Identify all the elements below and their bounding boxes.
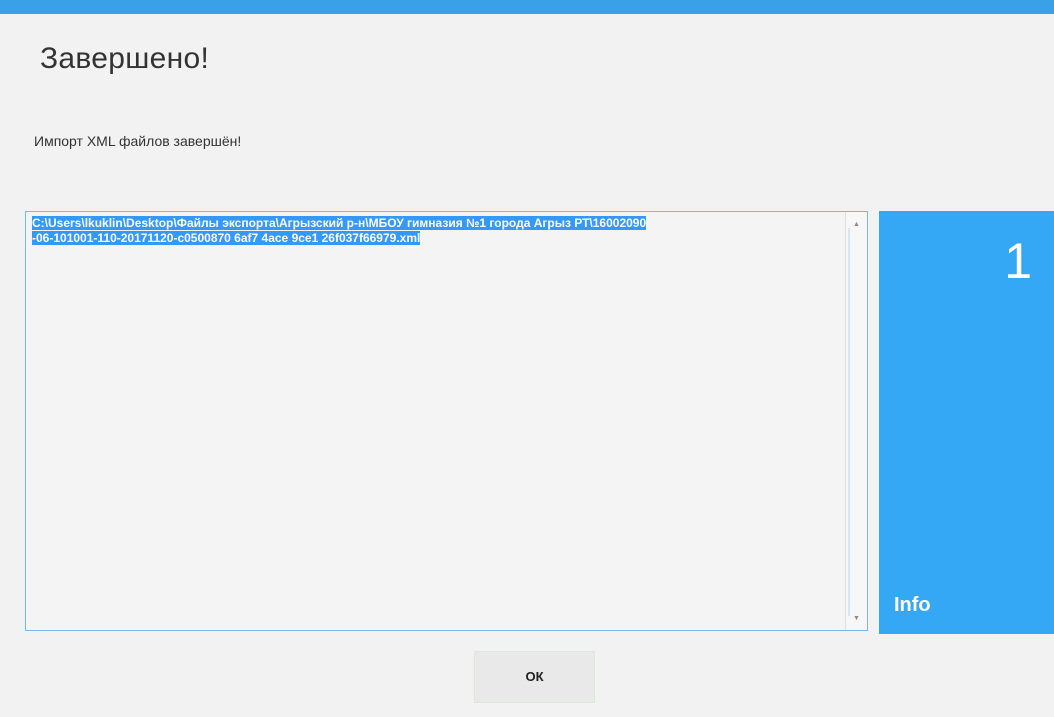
info-label: Info — [894, 594, 931, 616]
ok-button[interactable]: ОК — [474, 651, 595, 703]
log-text[interactable]: C:\Users\lkuklin\Desktop\Файлы экспорта\… — [32, 216, 844, 246]
log-textarea[interactable]: C:\Users\lkuklin\Desktop\Файлы экспорта\… — [25, 211, 868, 631]
accent-top-bar — [0, 0, 1054, 14]
scrollbar-track — [848, 228, 850, 616]
info-count: 1 — [1004, 233, 1032, 289]
log-line: -06-101001-110-20171120-c0500870 6af7 4a… — [32, 231, 421, 245]
info-tile[interactable]: 1 Info — [879, 211, 1054, 634]
import-complete-dialog: Завершено! Импорт XML файлов завершён! C… — [0, 0, 1054, 717]
triangle-down-icon[interactable]: ▼ — [846, 612, 867, 626]
dialog-title: Завершено! — [40, 42, 210, 75]
triangle-up-icon[interactable]: ▲ — [846, 218, 867, 232]
vertical-scrollbar[interactable]: ▲ ▼ — [845, 212, 867, 630]
status-message: Импорт XML файлов завершён! — [34, 133, 242, 149]
log-line: C:\Users\lkuklin\Desktop\Файлы экспорта\… — [32, 216, 647, 230]
